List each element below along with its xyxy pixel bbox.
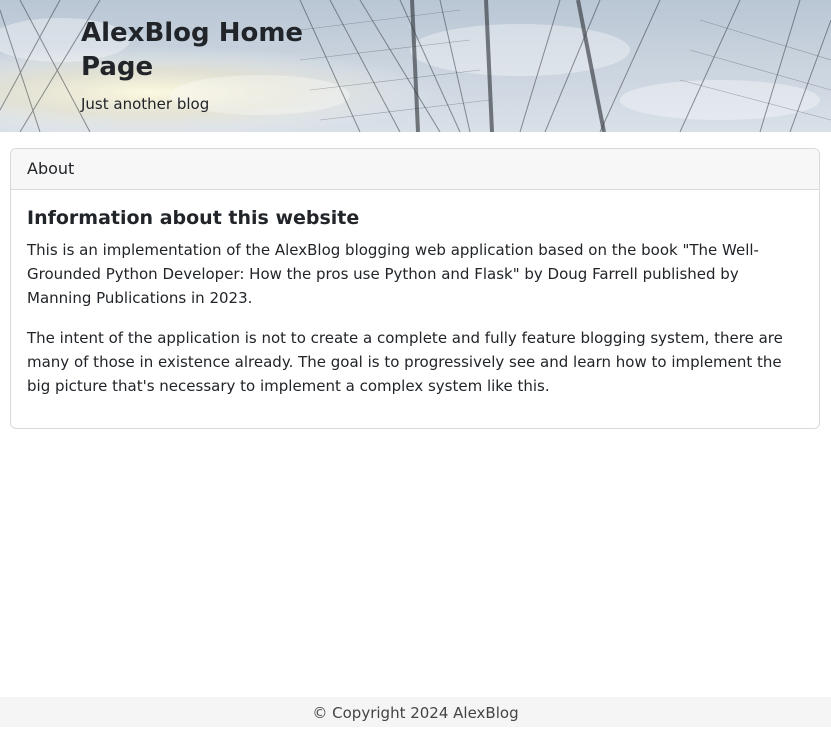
about-paragraph-2: The intent of the application is not to … <box>27 329 783 395</box>
about-card-title: Information about this website <box>27 207 360 229</box>
about-card-header: About <box>11 149 819 190</box>
site-title: AlexBlog Home Page <box>81 18 304 82</box>
header-banner: AlexBlog Home Page Just another blog <box>0 0 831 132</box>
footer: © Copyright 2024 AlexBlog <box>0 697 831 727</box>
about-card-body: Information about this website This is a… <box>11 190 819 398</box>
footer-copyright: © Copyright 2024 AlexBlog <box>312 704 519 722</box>
site-tagline: Just another blog <box>81 95 210 113</box>
about-paragraph-1: This is an implementation of the AlexBlo… <box>27 241 759 307</box>
about-card: About Information about this website Thi… <box>10 148 820 429</box>
